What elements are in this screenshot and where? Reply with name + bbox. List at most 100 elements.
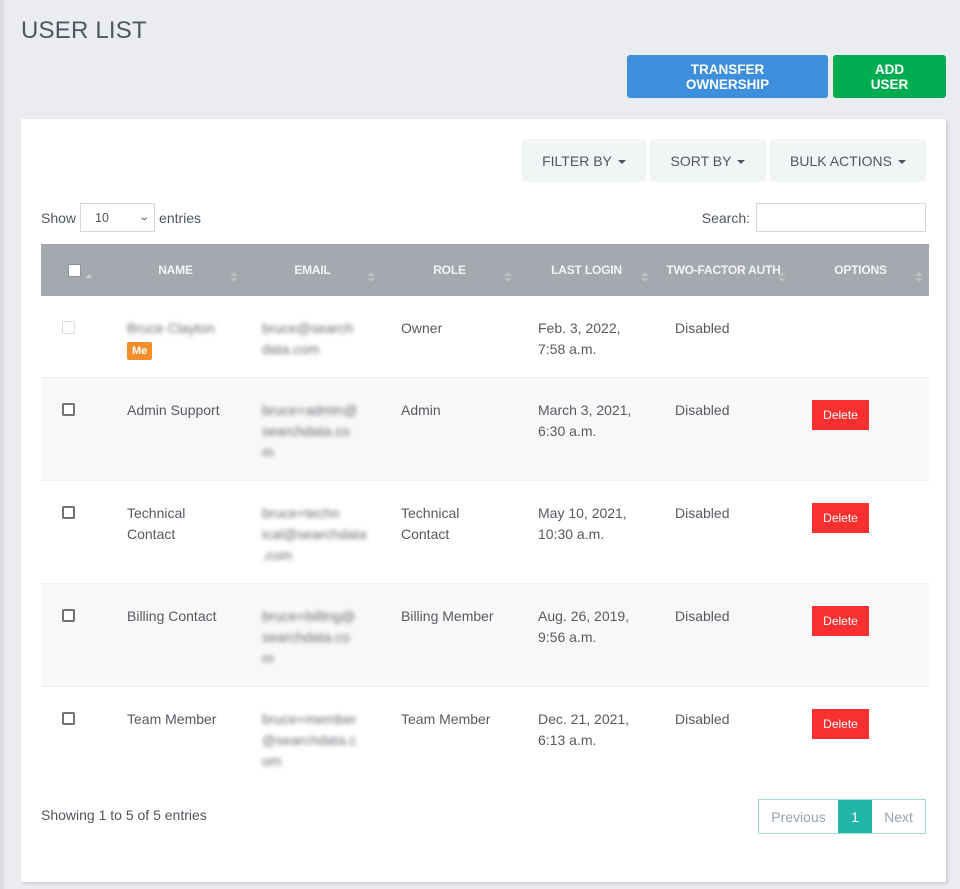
pagination: Previous 1 Next xyxy=(758,799,926,834)
role-text: Owner xyxy=(401,320,443,336)
row-select-cell xyxy=(41,378,107,480)
last-login-time: 6:13 a.m. xyxy=(538,732,597,748)
last-login-cell: Aug. 26, 2019, 9:56 a.m. xyxy=(518,584,655,686)
options-cell xyxy=(792,296,929,377)
user-name: Billing Contact xyxy=(127,608,217,624)
add-user-button[interactable]: ADD USER xyxy=(833,55,946,98)
window-edge xyxy=(0,0,4,889)
sort-icon xyxy=(504,272,512,282)
last-login-time: 6:30 a.m. xyxy=(538,423,597,439)
last-login-time: 9:56 a.m. xyxy=(538,629,597,645)
sort-by-dropdown[interactable]: SORT BY xyxy=(650,139,766,182)
email-line: .com xyxy=(262,547,293,563)
last-login-cell: May 10, 2021, 10:30 a.m. xyxy=(518,481,655,583)
bulk-actions-dropdown[interactable]: BULK ACTIONS xyxy=(770,139,926,182)
name-cell: Technical Contact xyxy=(107,481,244,583)
role-text: Billing Member xyxy=(401,608,494,624)
entries-length-control: Show 10 ⌄ entries xyxy=(41,203,201,232)
email-line: bruce+member xyxy=(262,711,357,727)
email-line: om xyxy=(262,753,282,769)
delete-button[interactable]: Delete xyxy=(812,400,869,430)
sort-icon xyxy=(230,272,238,282)
two-factor-status: Disabled xyxy=(675,402,730,418)
show-label: Show xyxy=(41,209,77,226)
two-factor-status: Disabled xyxy=(675,320,730,336)
pagination-page-current[interactable]: 1 xyxy=(838,800,872,833)
email-line: @searchdata.c xyxy=(262,732,357,748)
table-row: Admin Support bruce+admin@ searchdata.co… xyxy=(41,378,929,481)
header-two-factor-label: TWO-FACTOR AUTH xyxy=(666,263,781,277)
table-toolbar: FILTER BY SORT BY BULK ACTIONS xyxy=(522,139,926,182)
role-cell: Admin xyxy=(381,378,518,480)
entries-per-page-select[interactable]: 10 ⌄ xyxy=(80,203,156,232)
options-cell: Delete xyxy=(792,378,929,480)
two-factor-status: Disabled xyxy=(675,505,730,521)
header-role-label: ROLE xyxy=(433,263,466,277)
table-info: Showing 1 to 5 of 5 entries xyxy=(41,807,207,823)
email-cell: bruce+techn ical@searchdata .com xyxy=(244,481,381,583)
role-cell: Owner xyxy=(381,296,518,377)
delete-button[interactable]: Delete xyxy=(812,606,869,636)
two-factor-cell: Disabled xyxy=(655,378,792,480)
last-login-cell: Dec. 21, 2021, 6:13 a.m. xyxy=(518,687,655,789)
user-name: Bruce Clayton xyxy=(127,320,215,336)
table-row: Team Member bruce+member @searchdata.c o… xyxy=(41,687,929,789)
email-line: bruce+admin@ xyxy=(262,402,358,418)
last-login-date: Aug. 26, 2019, xyxy=(538,608,630,624)
row-checkbox[interactable] xyxy=(62,609,75,622)
users-table: NAME EMAIL ROLE LAST LOGIN TWO-FACTOR AU… xyxy=(41,244,929,789)
header-two-factor[interactable]: TWO-FACTOR AUTH xyxy=(655,244,792,296)
delete-button[interactable]: Delete xyxy=(812,503,869,533)
sort-icon xyxy=(915,272,923,282)
email-line: bruce+billing@ xyxy=(262,608,356,624)
sort-asc-icon xyxy=(85,274,93,284)
filter-by-dropdown[interactable]: FILTER BY xyxy=(522,139,646,182)
page-title: USER LIST xyxy=(21,17,147,44)
two-factor-cell: Disabled xyxy=(655,296,792,377)
two-factor-status: Disabled xyxy=(675,608,730,624)
table-row: Technical Contact bruce+techn ical@searc… xyxy=(41,481,929,584)
header-last-login-label: LAST LOGIN xyxy=(551,263,622,277)
me-badge: Me xyxy=(127,342,153,360)
email-line: ical@searchdata xyxy=(262,526,367,542)
options-cell: Delete xyxy=(792,687,929,789)
pagination-previous[interactable]: Previous xyxy=(759,800,838,833)
last-login-date: May 10, 2021, xyxy=(538,505,627,521)
user-name-line: Technical xyxy=(127,505,186,521)
last-login-date: Feb. 3, 2022, xyxy=(538,320,621,336)
row-checkbox[interactable] xyxy=(62,506,75,519)
header-options[interactable]: OPTIONS xyxy=(792,244,929,296)
email-cell: bruce@search data.com xyxy=(244,296,381,377)
header-email-label: EMAIL xyxy=(294,263,331,277)
header-last-login[interactable]: LAST LOGIN xyxy=(518,244,655,296)
pagination-next[interactable]: Next xyxy=(872,800,925,833)
select-all-checkbox[interactable] xyxy=(68,264,81,277)
user-name-line: Contact xyxy=(127,526,176,542)
header-role[interactable]: ROLE xyxy=(381,244,518,296)
role-text: Admin xyxy=(401,402,441,418)
user-list-panel: FILTER BY SORT BY BULK ACTIONS Show 10 ⌄… xyxy=(21,119,946,882)
search-label: Search: xyxy=(701,209,750,226)
email-line: bruce@search xyxy=(262,320,354,336)
table-row: Billing Contact bruce+billing@ searchdat… xyxy=(41,584,929,687)
two-factor-cell: Disabled xyxy=(655,687,792,789)
row-checkbox[interactable] xyxy=(62,403,75,416)
search-input[interactable] xyxy=(756,203,926,232)
header-select-all[interactable] xyxy=(41,244,107,296)
role-cell: Technical Contact xyxy=(381,481,518,583)
email-line: bruce+techn xyxy=(262,505,340,521)
sort-by-label: SORT BY xyxy=(670,152,732,169)
row-checkbox[interactable] xyxy=(62,712,75,725)
header-email[interactable]: EMAIL xyxy=(244,244,381,296)
role-text: Contact xyxy=(401,526,450,542)
name-cell: Team Member xyxy=(107,687,244,789)
delete-button[interactable]: Delete xyxy=(812,709,869,739)
last-login-cell: March 3, 2021, 6:30 a.m. xyxy=(518,378,655,480)
role-text: Technical xyxy=(401,505,460,521)
sort-icon xyxy=(641,272,649,282)
filter-by-label: FILTER BY xyxy=(542,152,612,169)
email-cell: bruce+member @searchdata.c om xyxy=(244,687,381,789)
header-name[interactable]: NAME xyxy=(107,244,244,296)
email-cell: bruce+billing@ searchdata.co m xyxy=(244,584,381,686)
transfer-ownership-button[interactable]: TRANSFER OWNERSHIP xyxy=(627,55,828,98)
